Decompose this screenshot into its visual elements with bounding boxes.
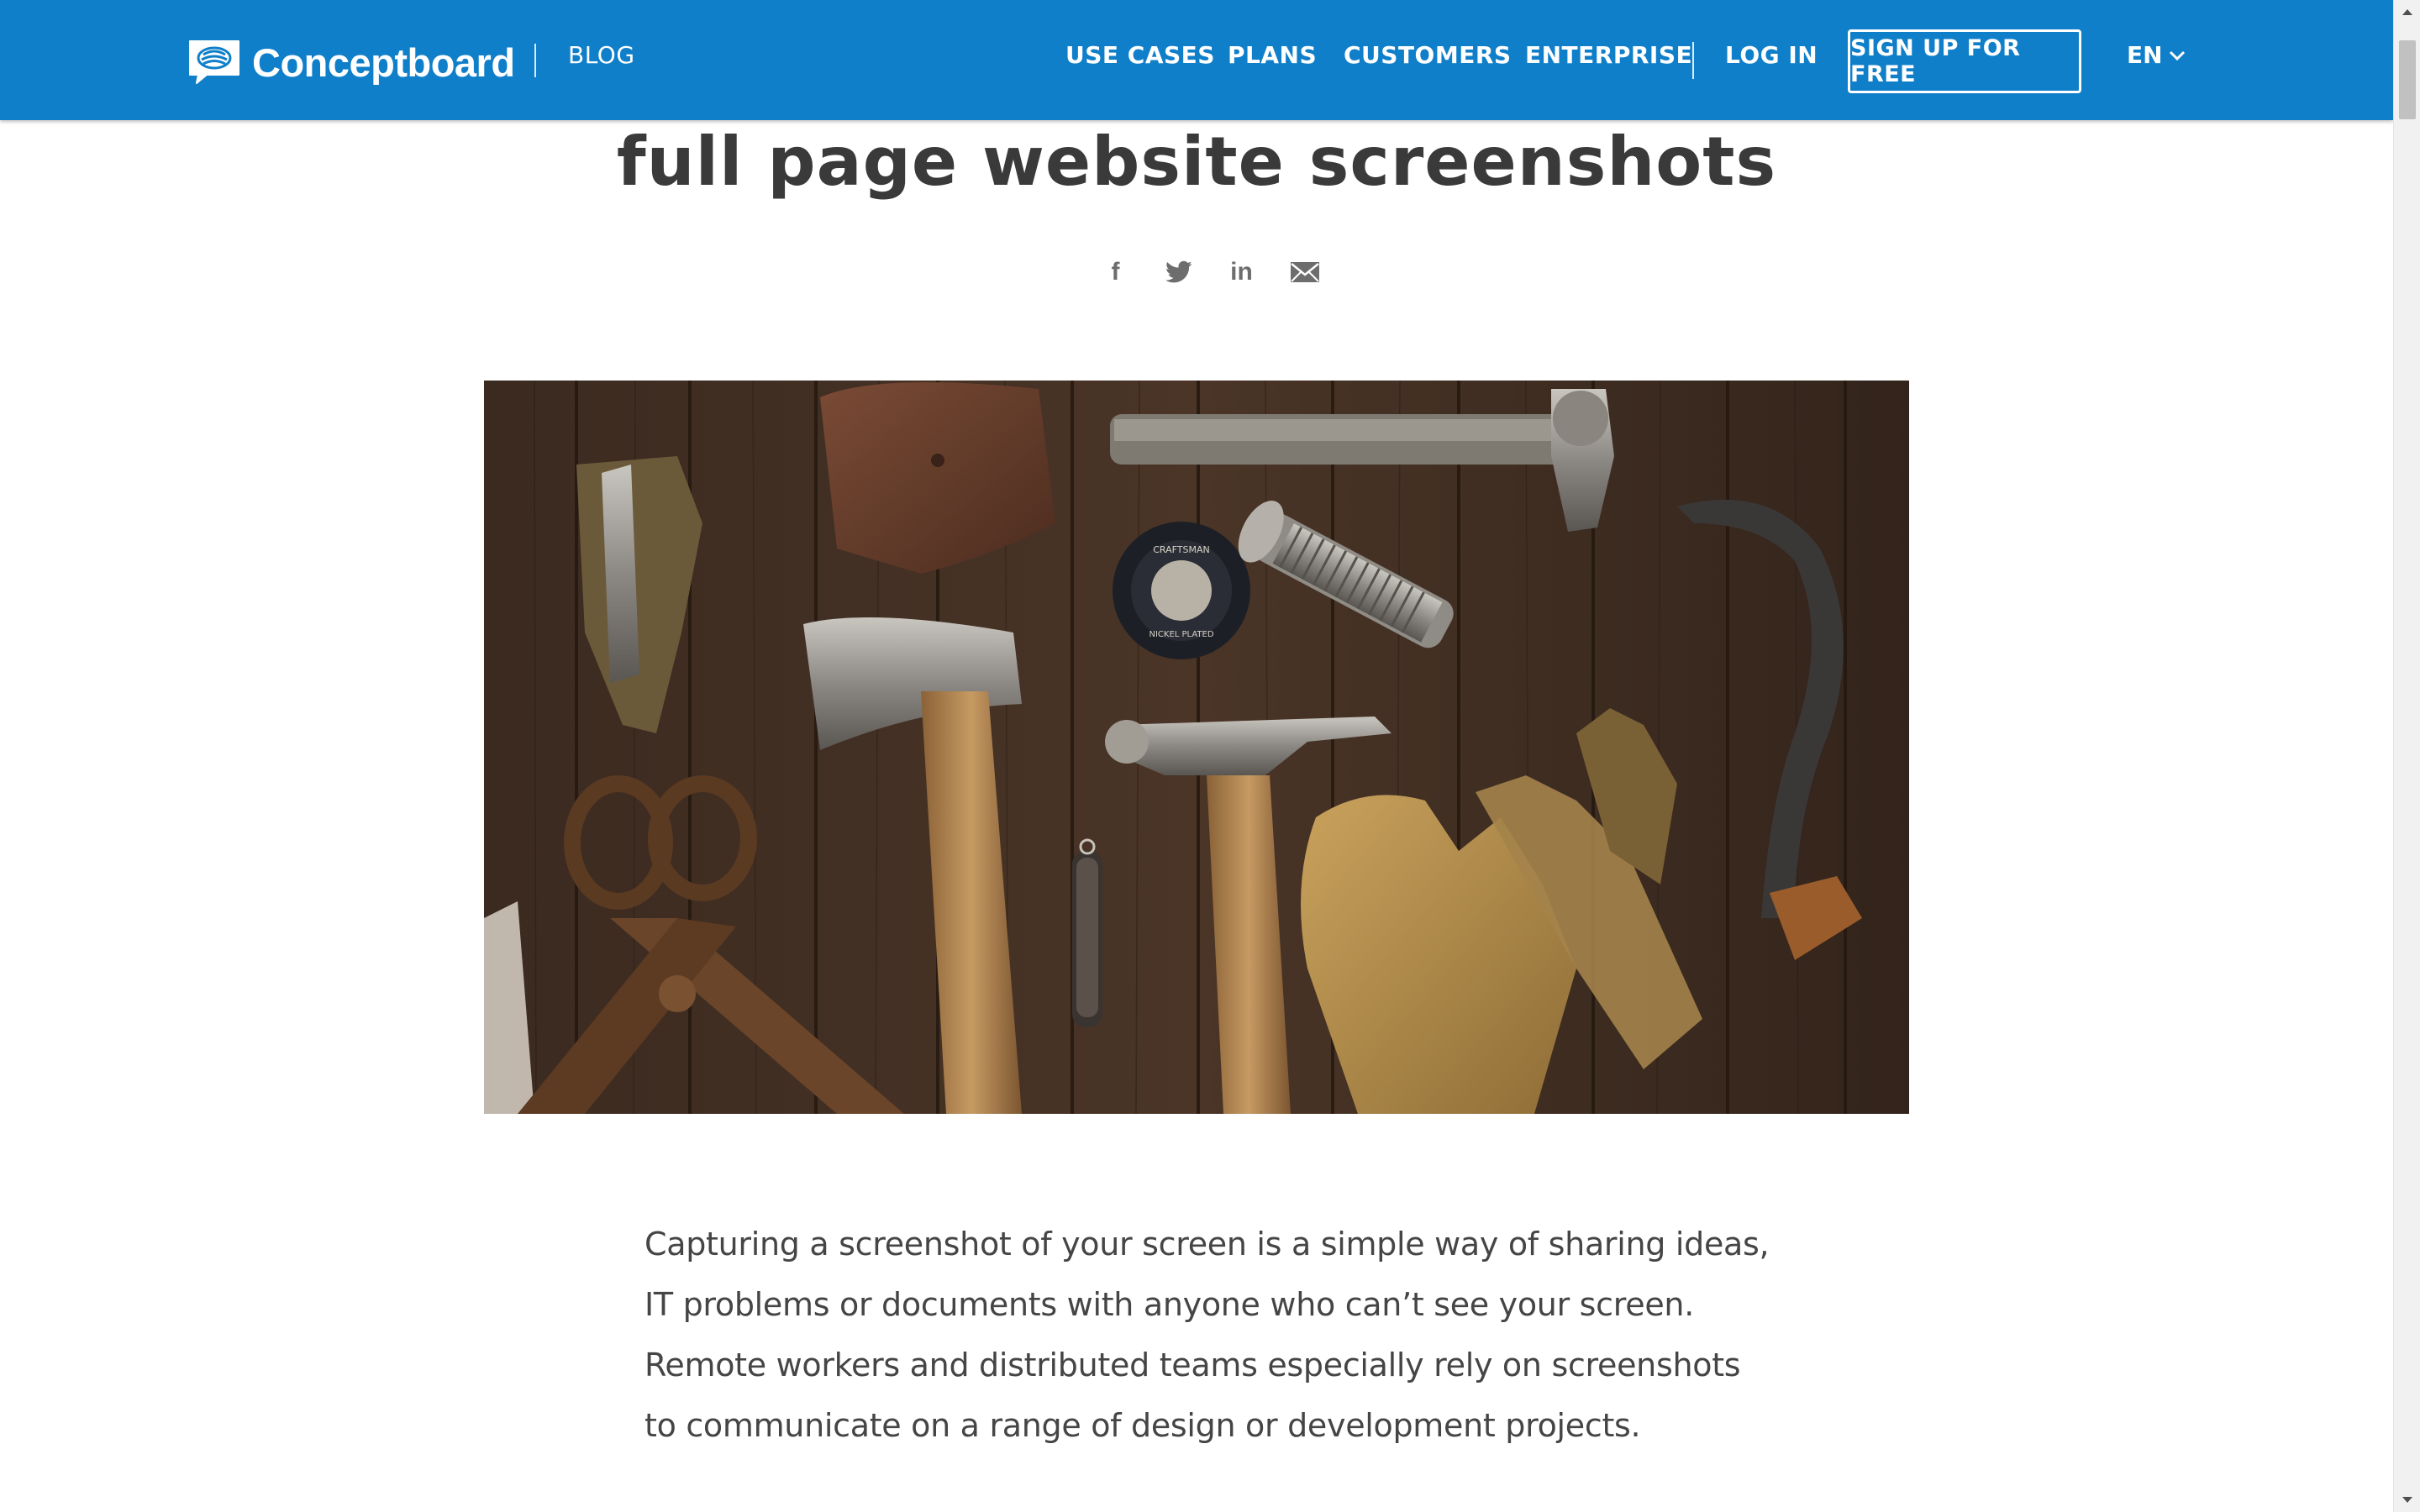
linkedin-glyph: in [1230,258,1253,286]
envelope-icon [1290,262,1319,282]
nav-divider [1692,42,1694,79]
scrollbar-thumb[interactable] [2399,40,2416,119]
scroll-up-arrow-icon[interactable] [2394,0,2420,24]
scroll-down-arrow-icon[interactable] [2394,1488,2420,1512]
nav-use-cases[interactable]: USE CASES [1065,44,1215,67]
tools-on-wood-illustration: CRAFTSMAN NICKEL PLATED [484,381,1909,1114]
brand-name: Conceptboard [252,39,515,85]
language-label: EN [2127,41,2163,69]
tape-label-top: CRAFTSMAN [1153,544,1209,555]
conceptboard-logo-icon [189,40,239,84]
tape-label-bottom: NICKEL PLATED [1149,630,1213,639]
facebook-icon[interactable]: f [1084,254,1147,291]
facebook-glyph: f [1111,258,1120,286]
email-icon[interactable] [1273,254,1336,291]
conceptboard-logo[interactable]: Conceptboard [187,37,515,87]
chevron-down-icon [2169,50,2185,61]
header-divider [534,44,536,77]
twitter-bird-icon [1165,260,1192,283]
top-navigation-bar: Conceptboard BLOG USE CASES PLANS CUSTOM… [0,0,2393,120]
twitter-icon[interactable] [1147,254,1210,291]
page-scrollbar[interactable] [2393,0,2420,1512]
page-viewport: Conceptboard BLOG USE CASES PLANS CUSTOM… [0,0,2393,1512]
nav-enterprise[interactable]: ENTERPRISE [1525,44,1692,67]
blog-link[interactable]: BLOG [568,44,635,67]
nav-customers[interactable]: CUSTOMERS [1344,44,1512,67]
linkedin-icon[interactable]: in [1210,254,1273,291]
login-link[interactable]: LOG IN [1725,44,1818,67]
nav-plans[interactable]: PLANS [1228,44,1317,67]
post-title: full page website screenshots [616,123,1777,201]
hero-image-tools: CRAFTSMAN NICKEL PLATED [484,381,1909,1114]
language-selector[interactable]: EN [2127,44,2186,67]
sign-up-button[interactable]: SIGN UP FOR FREE [1848,29,2081,93]
intro-paragraph: Capturing a screenshot of your screen is… [644,1226,1770,1444]
share-bar: f in [1084,254,1336,291]
